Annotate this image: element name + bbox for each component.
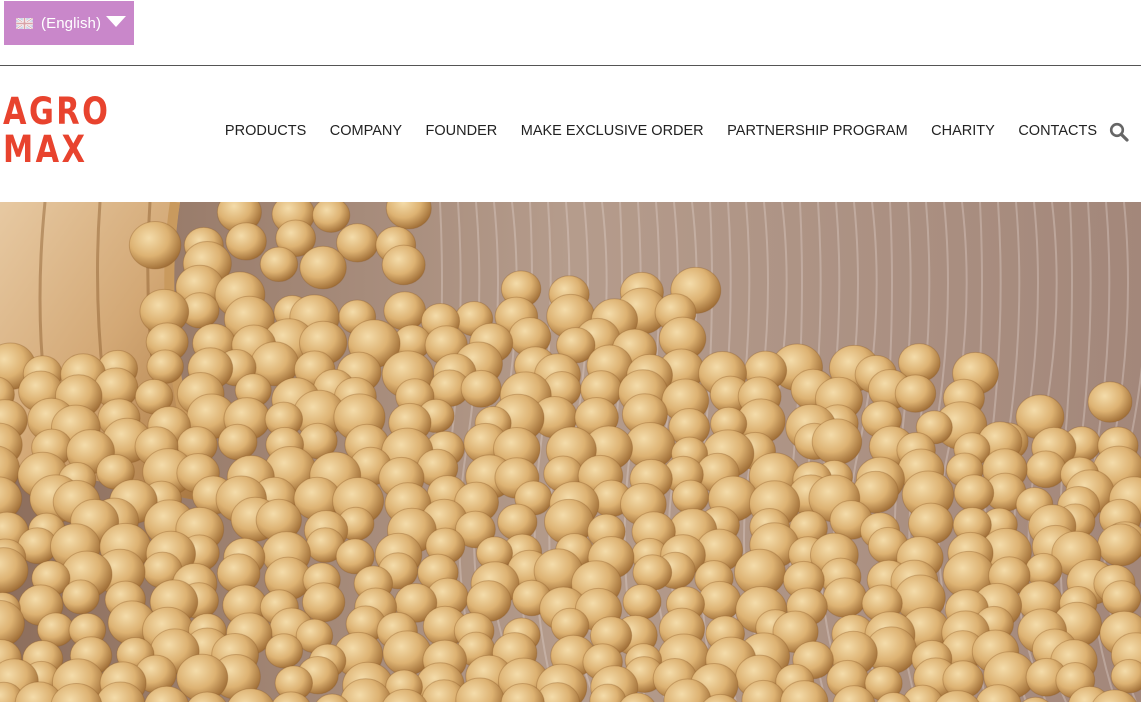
soybean [217, 423, 258, 461]
site-logo[interactable]: AGRO MAX [3, 90, 111, 173]
search-icon[interactable] [1109, 122, 1129, 142]
soybean [128, 220, 182, 270]
nav-item-exclusive-order[interactable]: MAKE EXCLUSIVE ORDER [521, 123, 704, 139]
top-bar: (English) [0, 0, 1141, 66]
soybean [697, 580, 742, 621]
soybean [1087, 381, 1133, 423]
soybean [1101, 580, 1141, 617]
hero-image [0, 202, 1141, 702]
logo-line-1: AGRO [3, 90, 111, 133]
soybean [61, 579, 100, 615]
nav-item-partnership[interactable]: PARTNERSHIP PROGRAM [727, 123, 907, 139]
main-nav: PRODUCTS COMPANY FOUNDER MAKE EXCLUSIVE … [225, 123, 1097, 139]
soybean [1025, 450, 1067, 489]
soybean [146, 349, 184, 384]
soybean [259, 246, 299, 283]
nav-item-charity[interactable]: CHARITY [931, 123, 995, 139]
nav-item-company[interactable]: COMPANY [330, 123, 402, 139]
soybean [894, 374, 937, 413]
soybean [953, 474, 995, 512]
soybean [264, 633, 304, 669]
site-header: AGRO MAX PRODUCTS COMPANY FOUNDER MAKE E… [0, 66, 1141, 202]
soybean [1097, 523, 1141, 567]
soybean [822, 577, 867, 618]
chevron-down-icon[interactable] [106, 16, 126, 27]
language-label: (English) [41, 14, 102, 32]
language-selector[interactable]: (English) [4, 1, 134, 45]
soybean [460, 369, 502, 408]
soybeans-image [0, 202, 1141, 702]
uk-flag-icon [16, 17, 33, 29]
nav-item-founder[interactable]: FOUNDER [426, 123, 498, 139]
logo-line-2: MAX [3, 128, 88, 171]
soybean [381, 244, 426, 286]
nav-item-products[interactable]: PRODUCTS [225, 123, 306, 139]
soybean [225, 222, 267, 261]
soybean [811, 418, 863, 465]
soybean [299, 245, 347, 290]
nav-item-contacts[interactable]: CONTACTS [1018, 123, 1097, 139]
soybean [622, 583, 662, 620]
